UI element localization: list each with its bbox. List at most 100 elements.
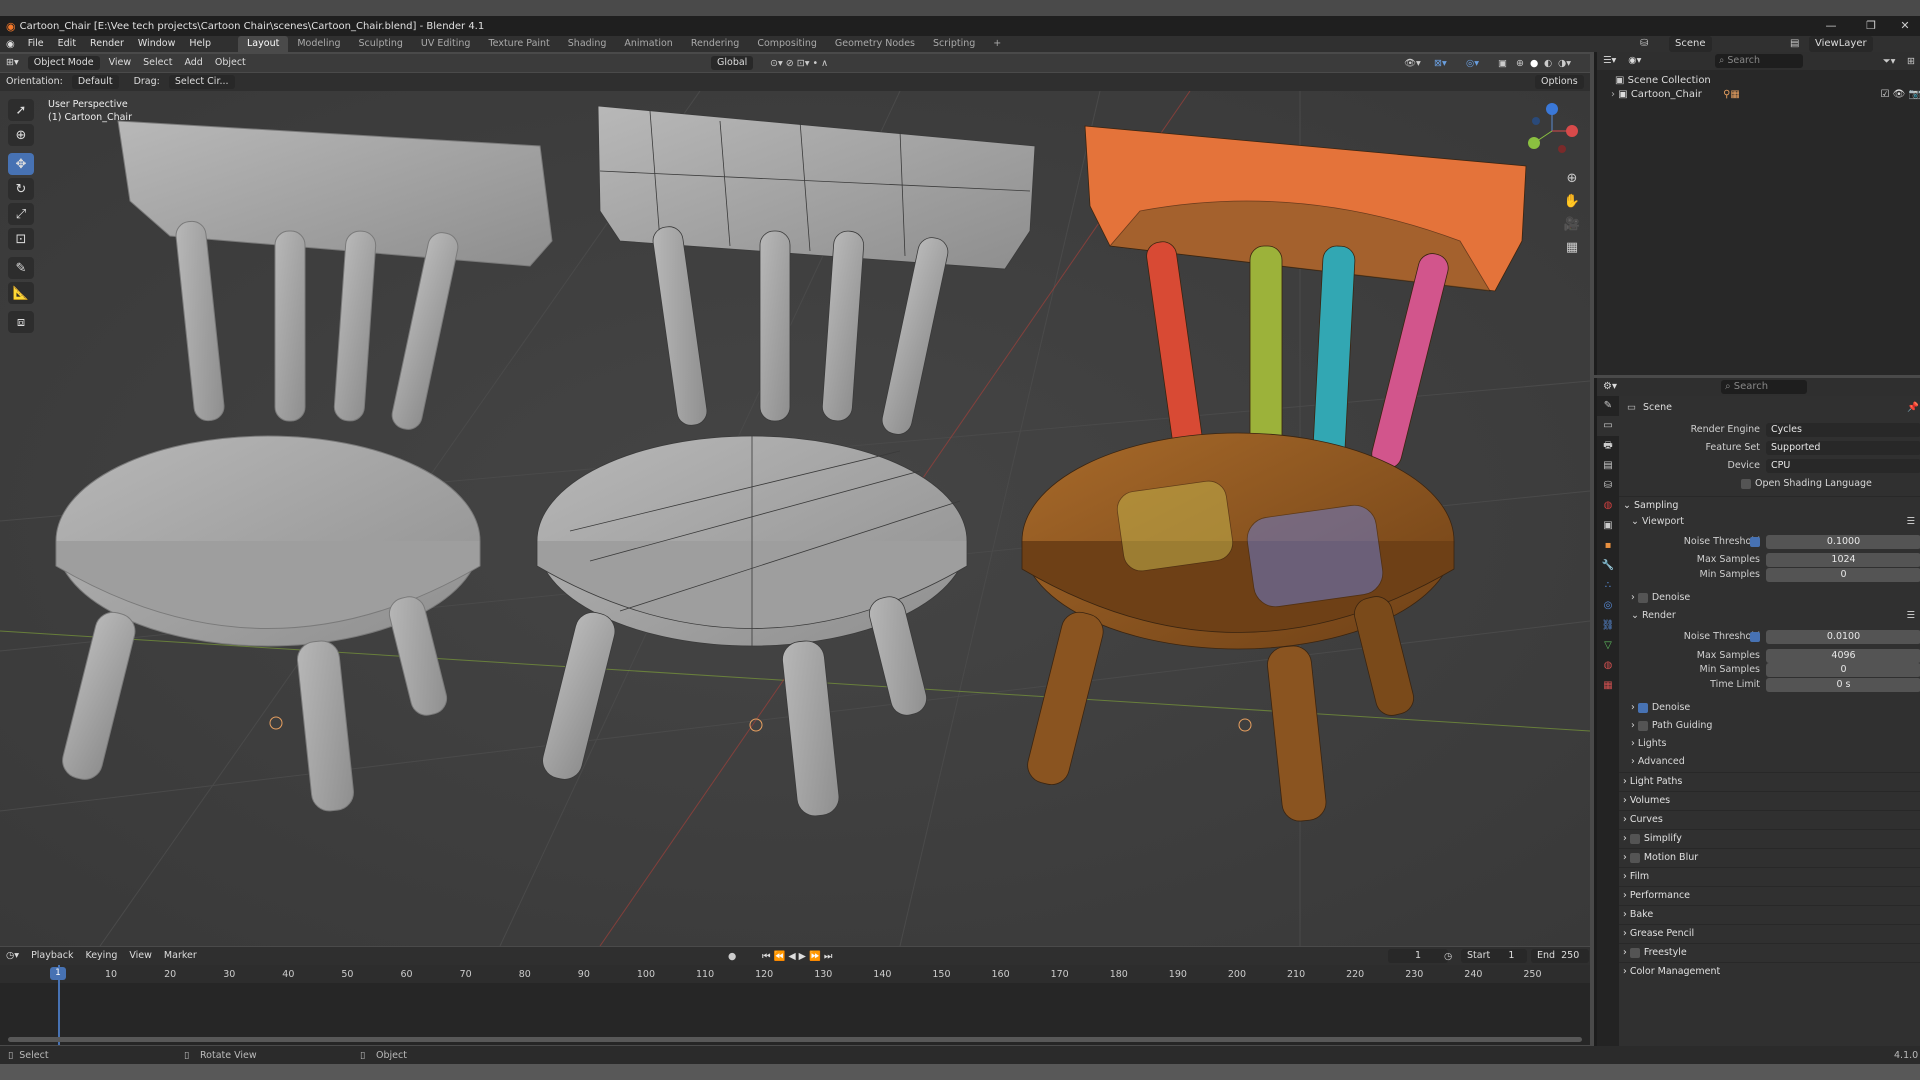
modifier-tab-icon[interactable]: 🔧	[1597, 556, 1619, 576]
tab-rendering[interactable]: Rendering	[682, 36, 749, 52]
expand-icon[interactable]: ›	[1611, 89, 1615, 100]
filter-icon[interactable]: ⏷▾	[1883, 56, 1895, 67]
curves-panel[interactable]: › Curves	[1619, 810, 1920, 828]
add-workspace-icon[interactable]: +	[984, 36, 1010, 52]
outliner-search-input[interactable]: ⌕ Search	[1715, 54, 1803, 68]
timeline-scrollbar[interactable]	[8, 1037, 1582, 1042]
r-max-samples-field[interactable]: 4096	[1766, 649, 1920, 663]
close-icon[interactable]: ✕	[1890, 16, 1920, 36]
particles-tab-icon[interactable]: ∴	[1597, 576, 1619, 596]
timeline[interactable]: 10 20 30 40 50 60 70 80 90 100 110 120 130 140 150 160 1…	[0, 965, 1590, 1045]
shading-material-icon[interactable]: ◐	[1544, 58, 1552, 69]
pivot-icon[interactable]: ⊙▾ ⊘ ⊡▾ • ∧	[770, 58, 828, 69]
blender-menu-icon[interactable]: ◉	[0, 39, 21, 50]
transform-tool-icon[interactable]: ⊡	[8, 228, 34, 250]
path-guiding-subpanel[interactable]: › Path Guiding	[1619, 718, 1920, 734]
editor-type-icon[interactable]: ⊞▾	[0, 55, 25, 71]
tab-texture-paint[interactable]: Texture Paint	[479, 36, 558, 52]
tool-tab-icon[interactable]: ✎	[1597, 396, 1619, 416]
menu-marker[interactable]: Marker	[158, 948, 203, 964]
maximize-icon[interactable]: ❐	[1856, 16, 1886, 36]
performance-panel[interactable]: › Performance	[1619, 886, 1920, 904]
minimize-icon[interactable]: —	[1816, 16, 1846, 36]
shading-rendered-icon[interactable]: ◑▾	[1558, 58, 1571, 69]
scale-tool-icon[interactable]: ⤢	[8, 203, 34, 225]
r-min-samples-field[interactable]: 0	[1766, 663, 1920, 677]
visibility-toggles-icon[interactable]: ☑ 👁 📷	[1881, 88, 1920, 102]
menu-render[interactable]: Render	[83, 36, 131, 52]
start-frame-field[interactable]: Start 1	[1461, 949, 1527, 963]
visibility-icon[interactable]: 👁▾	[1404, 58, 1421, 69]
r-noise-threshold-checkbox[interactable]	[1750, 632, 1760, 642]
menu-select[interactable]: Select	[137, 55, 178, 71]
world-tab-icon[interactable]: ◍	[1597, 496, 1619, 516]
tab-uv-editing[interactable]: UV Editing	[412, 36, 480, 52]
perspective-toggle-icon[interactable]: ▦	[1562, 238, 1582, 258]
simplify-panel[interactable]: › Simplify	[1619, 829, 1920, 847]
properties-editor-icon[interactable]: ⚙▾	[1597, 381, 1623, 392]
shading-wireframe-icon[interactable]: ⊕	[1516, 58, 1524, 69]
menu-file[interactable]: File	[21, 36, 51, 52]
time-limit-field[interactable]: 0 s	[1766, 678, 1920, 692]
timeline-editor-icon[interactable]: ◷▾	[0, 948, 25, 964]
render-subpanel[interactable]: ⌄ Render ☰	[1619, 608, 1920, 624]
freestyle-panel[interactable]: › Freestyle	[1619, 943, 1920, 961]
r-denoise-subpanel[interactable]: › Denoise	[1619, 700, 1920, 716]
object-tab-icon[interactable]: ▪	[1597, 536, 1619, 556]
measure-tool-icon[interactable]: 📐	[8, 282, 34, 304]
annotate-tool-icon[interactable]: ✎	[8, 257, 34, 279]
film-panel[interactable]: › Film	[1619, 867, 1920, 885]
collection-tab-icon[interactable]: ▣	[1597, 516, 1619, 536]
tab-modeling[interactable]: Modeling	[288, 36, 349, 52]
texture-tab-icon[interactable]: ▦	[1597, 676, 1619, 696]
material-tab-icon[interactable]: ◍	[1597, 656, 1619, 676]
record-icon[interactable]: ●	[728, 951, 736, 962]
menu-keying[interactable]: Keying	[79, 948, 123, 964]
menu-timeline-view[interactable]: View	[123, 948, 158, 964]
device-select[interactable]: CPU	[1766, 459, 1920, 473]
camera-view-icon[interactable]: 🎥	[1562, 215, 1582, 235]
outliner-root[interactable]: ▣ Scene Collection	[1615, 74, 1711, 88]
grease-pencil-panel[interactable]: › Grease Pencil	[1619, 924, 1920, 942]
r-noise-threshold-field[interactable]: 0.0100	[1766, 630, 1920, 644]
mode-selector[interactable]: Object Mode	[27, 56, 100, 70]
move-tool-icon[interactable]: ✥	[8, 153, 34, 175]
scene-selector[interactable]: Scene	[1669, 36, 1712, 52]
xray-icon[interactable]: ▣	[1498, 58, 1507, 69]
view-layer-selector[interactable]: ViewLayer	[1809, 36, 1873, 52]
outliner-item[interactable]: › ▣ Cartoon_Chair ⚲▦ ☑ 👁 📷	[1611, 88, 1920, 102]
vp-min-samples-field[interactable]: 0	[1766, 568, 1920, 582]
view-layer-tab-icon[interactable]: ▤	[1597, 456, 1619, 476]
orientation-selector[interactable]: Default	[71, 75, 119, 89]
bake-panel[interactable]: › Bake	[1619, 905, 1920, 923]
transform-orientation-selector[interactable]: Global	[711, 56, 754, 70]
vp-denoise-subpanel[interactable]: › Denoise	[1619, 590, 1920, 606]
vp-max-samples-field[interactable]: 1024	[1766, 553, 1920, 567]
menu-add[interactable]: Add	[178, 55, 208, 71]
render-tab-icon[interactable]: ▭	[1597, 416, 1619, 436]
cursor-tool-icon[interactable]: ⊕	[8, 124, 34, 146]
tab-geometry-nodes[interactable]: Geometry Nodes	[826, 36, 924, 52]
physics-tab-icon[interactable]: ◎	[1597, 596, 1619, 616]
menu-playback[interactable]: Playback	[25, 948, 79, 964]
tab-scripting[interactable]: Scripting	[924, 36, 984, 52]
osl-checkbox[interactable]: Open Shading Language	[1741, 476, 1872, 492]
data-tab-icon[interactable]: ▽	[1597, 636, 1619, 656]
vp-noise-threshold-field[interactable]: 0.1000	[1766, 535, 1920, 549]
preset-list-icon[interactable]: ☰	[1906, 514, 1915, 530]
menu-view[interactable]: View	[103, 55, 138, 71]
output-tab-icon[interactable]: 🖶	[1597, 436, 1619, 456]
lights-subpanel[interactable]: › Lights	[1619, 736, 1920, 752]
shading-solid-icon[interactable]: ●	[1530, 58, 1538, 69]
rotate-tool-icon[interactable]: ↻	[8, 178, 34, 200]
drag-selector[interactable]: Select Cir...	[168, 75, 235, 89]
viewport-subpanel[interactable]: ⌄ Viewport ☰	[1619, 514, 1920, 530]
outliner-editor-icon[interactable]: ☰▾	[1597, 53, 1622, 69]
menu-object[interactable]: Object	[209, 55, 252, 71]
color-management-panel[interactable]: › Color Management	[1619, 962, 1920, 980]
select-tool-icon[interactable]: ➚	[8, 99, 34, 121]
zoom-icon[interactable]: ⊕	[1562, 169, 1582, 189]
pin-icon[interactable]: 📌	[1907, 400, 1919, 416]
new-collection-icon[interactable]: ⊞	[1907, 56, 1915, 67]
properties-editor[interactable]: ⚙▾ ⌕ Search ✎ ▭ 🖶 ▤ ⛁ ◍ ▣ ▪ 🔧 ∴ ◎ ⛓ ▽ ◍ …	[1594, 378, 1920, 1046]
